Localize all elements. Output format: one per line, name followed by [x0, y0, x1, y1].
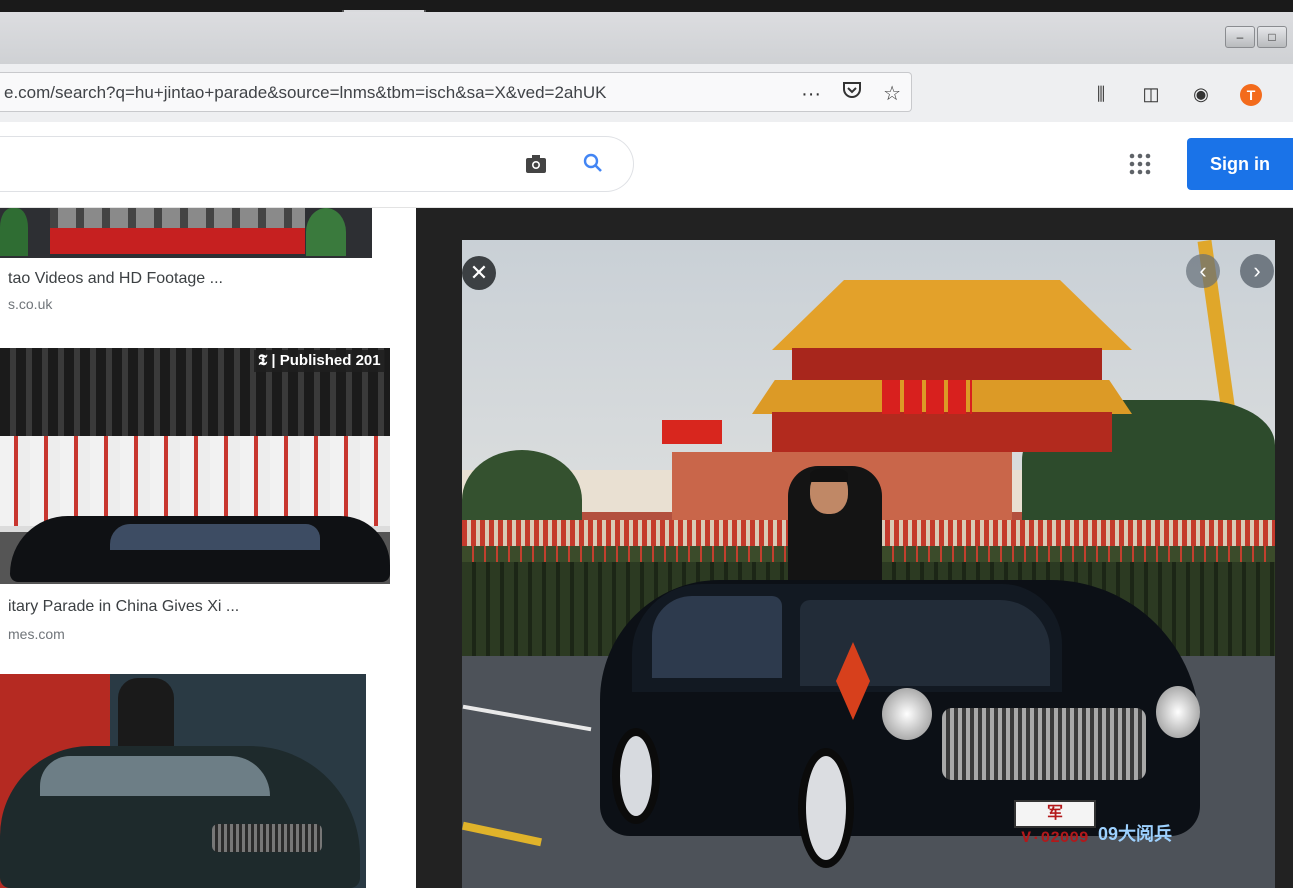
search-icon[interactable]	[582, 152, 604, 180]
thumb-art	[306, 208, 346, 256]
nyt-logo-icon: 𝕿 |	[258, 352, 280, 369]
result-thumbnail[interactable]	[0, 674, 366, 888]
result-thumbnail[interactable]: 𝕿 | Published 201	[0, 348, 390, 584]
image-art	[798, 748, 854, 868]
result-source[interactable]: mes.com	[8, 626, 65, 642]
preview-image[interactable]: 军 V·02009 09大阅兵	[462, 240, 1275, 888]
image-art	[652, 596, 782, 678]
image-art	[1156, 686, 1200, 738]
thumb-art	[110, 524, 320, 550]
thumb-art	[0, 208, 28, 256]
published-badge: 𝕿 | Published 201	[254, 350, 385, 372]
minimize-icon[interactable]: –	[1225, 26, 1255, 48]
chevron-left-icon[interactable]: ‹	[1186, 254, 1220, 288]
url-fade	[700, 75, 760, 109]
image-art	[882, 380, 972, 414]
page-actions-icon[interactable]: ···	[801, 81, 821, 107]
close-icon[interactable]: ✕	[462, 256, 496, 290]
window-titlebar: – □	[0, 12, 1293, 64]
url-bar[interactable]: e.com/search?q=hu+jintao+parade&source=l…	[0, 72, 912, 112]
screen-bezel	[0, 0, 1293, 12]
published-label: Published 201	[279, 352, 381, 369]
image-results-column: tao Videos and HD Footage ... s.co.uk 𝕿 …	[0, 208, 416, 888]
image-art	[772, 412, 1112, 452]
extension-t-icon[interactable]: T	[1240, 83, 1262, 106]
image-art	[800, 600, 1050, 686]
result-source[interactable]: s.co.uk	[8, 296, 52, 312]
thumb-art	[50, 208, 305, 228]
image-art	[612, 728, 660, 824]
image-art	[662, 420, 722, 444]
thumb-art	[50, 228, 305, 254]
thumb-art	[118, 678, 174, 748]
image-art	[792, 348, 1102, 382]
broadcast-logo: 09大阅兵	[1098, 824, 1173, 844]
google-header: Sign in	[0, 122, 1293, 208]
toolbar-icons: ⫼ ◫ ◉ T ✥	[1090, 82, 1293, 107]
plate-number: V·02009	[1021, 829, 1089, 847]
camera-icon[interactable]	[524, 153, 548, 181]
thumb-art	[40, 756, 270, 796]
url-text[interactable]: e.com/search?q=hu+jintao+parade&source=l…	[4, 83, 749, 103]
chevron-right-icon[interactable]: ›	[1240, 254, 1274, 288]
result-thumbnail[interactable]	[0, 208, 372, 258]
search-box[interactable]	[0, 136, 634, 192]
sign-in-button[interactable]: Sign in	[1187, 138, 1293, 190]
plate-prefix: 军	[1046, 805, 1063, 823]
pocket-icon[interactable]	[841, 79, 863, 108]
image-preview-panel: 军 V·02009 09大阅兵 ✕ ‹ ›	[416, 208, 1293, 888]
browser-toolbar: e.com/search?q=hu+jintao+parade&source=l…	[0, 64, 1293, 122]
image-art	[942, 708, 1146, 780]
star-icon[interactable]: ☆	[883, 81, 901, 107]
thumb-art	[0, 436, 390, 526]
sidebar-icon[interactable]: ◫	[1140, 84, 1162, 105]
image-art	[882, 688, 932, 740]
thumb-art	[212, 824, 322, 852]
result-title[interactable]: tao Videos and HD Footage ...	[8, 270, 223, 288]
library-icon[interactable]: ⫼	[1090, 84, 1112, 105]
account-icon[interactable]: ◉	[1190, 84, 1212, 105]
maximize-icon[interactable]: □	[1257, 26, 1287, 48]
window-controls: – □	[1225, 26, 1287, 48]
result-title[interactable]: itary Parade in China Gives Xi ...	[8, 598, 239, 616]
url-actions: ··· ☆	[801, 79, 901, 108]
image-art	[810, 468, 848, 482]
license-plate: 军 V·02009	[1014, 800, 1096, 847]
apps-grid-icon[interactable]	[1128, 152, 1154, 176]
